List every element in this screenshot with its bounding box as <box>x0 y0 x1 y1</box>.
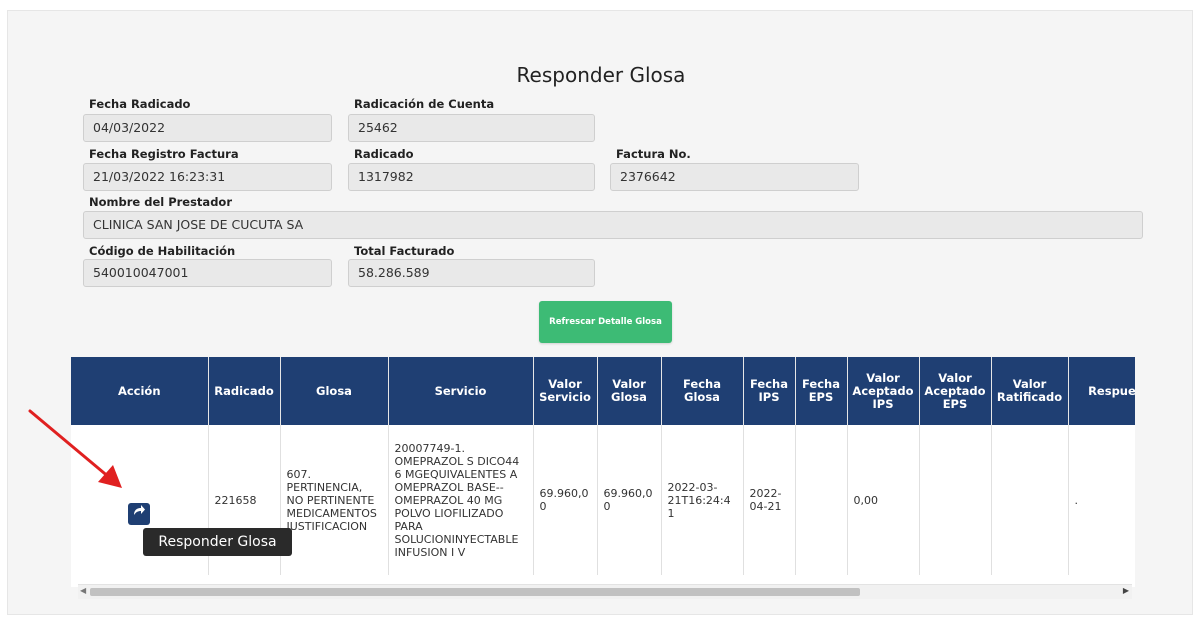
col-radicado: Radicado <box>208 357 281 425</box>
cell-valor-glosa: 69.960,00 <box>597 425 662 575</box>
codigo-habilitacion-label: Código de Habilitación <box>89 244 236 258</box>
nombre-prestador-field[interactable]: CLINICA SAN JOSE DE CUCUTA SA <box>83 211 1143 239</box>
col-valor-aceptado-ips: Valor Aceptado IPS <box>847 357 920 425</box>
cell-respuesta-ips: . <box>1068 425 1135 575</box>
table-header-row: Acción Radicado Glosa Servicio Valor Ser… <box>71 357 1135 425</box>
radicacion-cuenta-label: Radicación de Cuenta <box>354 97 495 111</box>
col-valor-servicio: Valor Servicio <box>533 357 598 425</box>
fecha-registro-factura-label: Fecha Registro Factura <box>89 147 239 161</box>
col-valor-glosa: Valor Glosa <box>597 357 662 425</box>
cell-fecha-ips: 2022-04-21 <box>743 425 796 575</box>
fecha-registro-factura-field[interactable]: 21/03/2022 16:23:31 <box>83 163 332 191</box>
scroll-right-icon[interactable]: ▶ <box>1123 586 1129 595</box>
page-title: Responder Glosa <box>516 63 686 87</box>
scroll-left-icon[interactable]: ◀ <box>80 586 86 595</box>
cell-valor-aceptado-ips: 0,00 <box>847 425 920 575</box>
reply-arrow-icon[interactable] <box>128 503 151 525</box>
radicado-field[interactable]: 1317982 <box>348 163 595 191</box>
responder-glosa-tooltip: Responder Glosa <box>143 528 292 556</box>
col-respuesta-ips: Respuesta IPS <box>1068 357 1135 425</box>
red-arrow-icon <box>28 409 122 488</box>
factura-no-label: Factura No. <box>616 147 691 161</box>
cell-valor-aceptado-eps <box>919 425 992 575</box>
col-glosa: Glosa <box>280 357 389 425</box>
cell-fecha-eps <box>795 425 848 575</box>
fecha-radicado-label: Fecha Radicado <box>89 97 191 111</box>
cell-servicio: 20007749-1. OMEPRAZOL S DICO44 6 MGEQUIV… <box>388 425 534 575</box>
refresh-detalle-glosa-button[interactable]: Refrescar Detalle Glosa <box>539 301 672 343</box>
cell-valor-servicio: 69.960,00 <box>533 425 598 575</box>
reply-arrow-glyph <box>134 505 146 515</box>
col-fecha-ips: Fecha IPS <box>743 357 796 425</box>
cell-valor-ratificado <box>991 425 1069 575</box>
cell-fecha-glosa: 2022-03-21T16:24:41 <box>661 425 744 575</box>
col-servicio: Servicio <box>388 357 534 425</box>
radicado-label: Radicado <box>354 147 414 161</box>
cell-glosa: 607. PERTINENCIA, NO PERTINENTE MEDICAME… <box>280 425 389 575</box>
nombre-prestador-label: Nombre del Prestador <box>89 195 232 209</box>
col-fecha-glosa: Fecha Glosa <box>661 357 744 425</box>
total-facturado-field[interactable]: 58.286.589 <box>348 259 595 287</box>
factura-no-field[interactable]: 2376642 <box>610 163 859 191</box>
horizontal-scrollbar[interactable]: ◀ ▶ <box>78 584 1132 599</box>
total-facturado-label: Total Facturado <box>354 244 455 258</box>
scrollbar-thumb[interactable] <box>90 588 860 596</box>
col-valor-ratificado: Valor Ratificado <box>991 357 1069 425</box>
codigo-habilitacion-field[interactable]: 540010047001 <box>83 259 332 287</box>
col-valor-aceptado-eps: Valor Aceptado EPS <box>919 357 992 425</box>
col-fecha-eps: Fecha EPS <box>795 357 848 425</box>
radicacion-cuenta-field[interactable]: 25462 <box>348 114 595 142</box>
fecha-radicado-field[interactable]: 04/03/2022 <box>83 114 332 142</box>
